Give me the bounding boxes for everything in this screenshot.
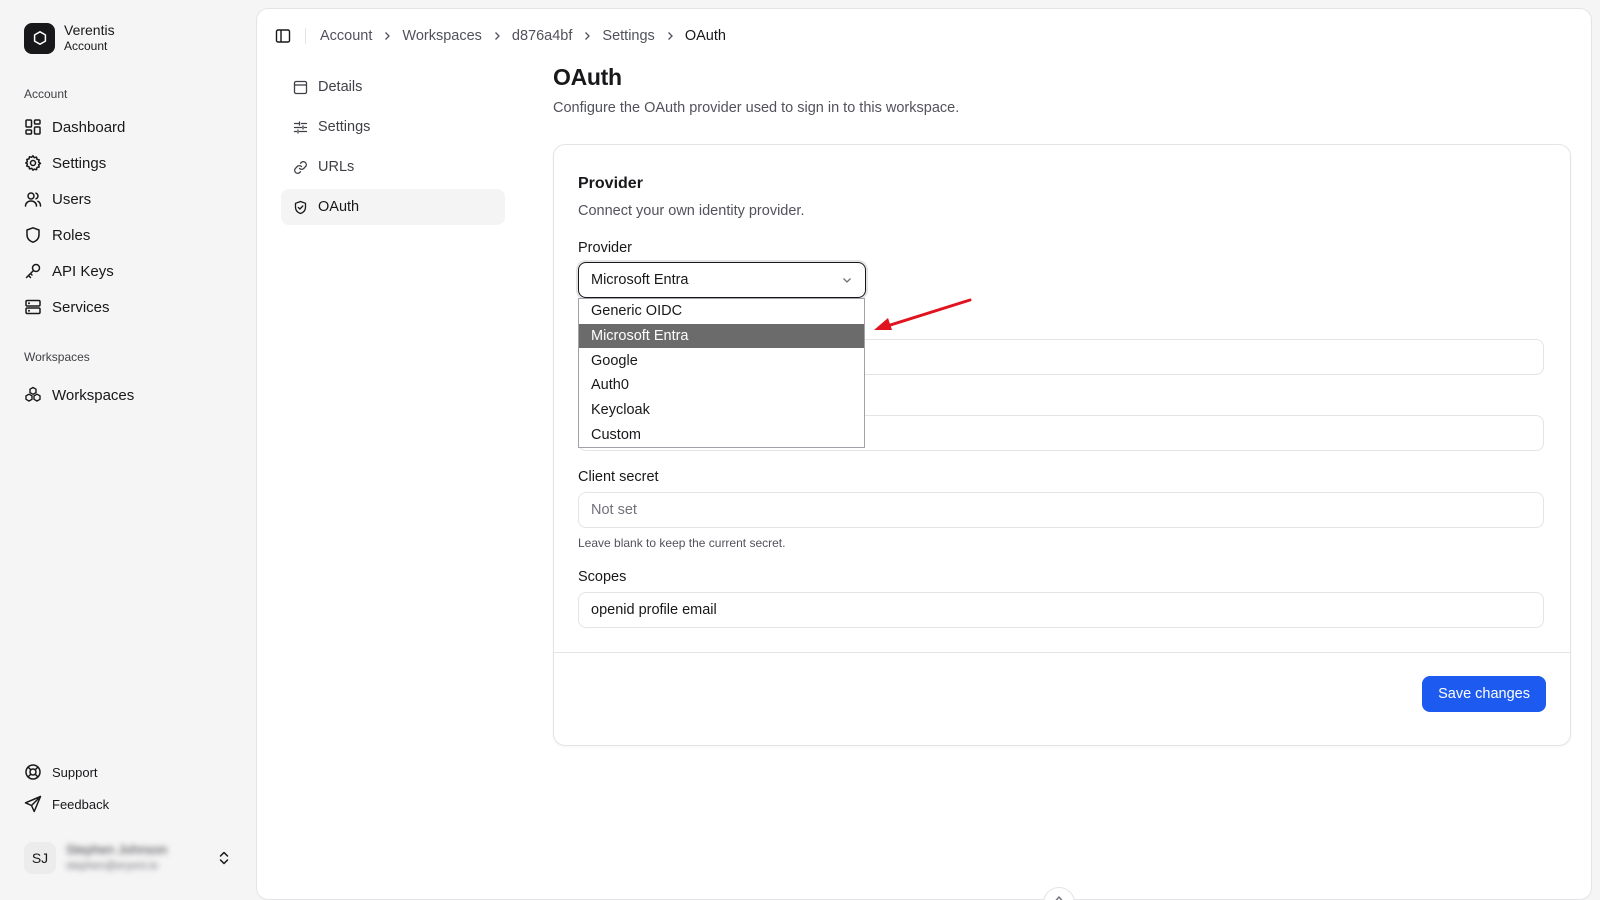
sidebar-item-services[interactable]: Services <box>24 296 110 318</box>
user-menu[interactable]: SJ Stephen Johnson stephen@eryoni.io <box>24 842 232 874</box>
subnav-item-urls[interactable]: URLs <box>281 149 505 185</box>
avatar: SJ <box>24 842 56 874</box>
link-icon <box>294 160 307 174</box>
sidebar-item-label: Settings <box>52 154 107 172</box>
save-changes-button[interactable]: Save changes <box>1422 676 1546 712</box>
sidebar-item-label: API Keys <box>52 262 114 280</box>
chevron-right-icon <box>385 32 391 40</box>
provider-label: Provider <box>578 240 632 256</box>
workspaces-group-label: Workspaces <box>24 350 90 364</box>
brand-subtitle: Account <box>64 39 108 53</box>
sidebar-item-label: Dashboard <box>52 118 126 136</box>
sidebar-item-api-keys[interactable]: API Keys <box>24 260 114 282</box>
page-description: Configure the OAuth provider used to sig… <box>553 100 960 116</box>
feedback-label: Feedback <box>52 796 110 812</box>
sliders-icon <box>293 120 308 134</box>
sidebar-item-workspaces[interactable]: Workspaces <box>24 384 134 406</box>
account-group-label: Account <box>24 87 68 101</box>
annotation-arrow-icon <box>874 298 972 330</box>
gear-icon <box>25 155 42 171</box>
provider-option-microsoft-entra[interactable]: Microsoft Entra <box>579 323 864 349</box>
subnav-item-label: Settings <box>318 119 371 135</box>
page-header: OAuth Configure the OAuth provider used … <box>553 64 959 116</box>
users-icon <box>24 192 42 207</box>
sidebar-toggle-icon[interactable] <box>275 28 291 44</box>
sidebar-item-users[interactable]: Users <box>24 188 91 210</box>
card-description: Connect your own identity provider. <box>578 203 805 219</box>
chevron-right-icon <box>494 32 500 40</box>
details-icon <box>293 80 308 94</box>
subnav-item-details[interactable]: Details <box>281 69 505 105</box>
provider-option-custom[interactable]: Custom <box>579 422 864 447</box>
provider-card: Provider Connect your own identity provi… <box>553 144 1571 746</box>
client-secret-hint: Leave blank to keep the current secret. <box>578 536 786 550</box>
breadcrumb-current: OAuth <box>684 28 726 44</box>
settings-subnav: Details Settings URLs OAuth <box>281 69 505 229</box>
topbar-divider <box>305 28 306 44</box>
topbar: Account Workspaces d876a4bf Settings OAu… <box>275 26 726 46</box>
scopes-label: Scopes <box>578 569 627 585</box>
chevron-right-icon <box>667 32 673 40</box>
support-link[interactable]: Support <box>24 763 98 781</box>
user-email: stephen@eryoni.io <box>66 860 158 872</box>
main-panel: Account Workspaces d876a4bf Settings OAu… <box>256 8 1592 900</box>
shield-icon <box>26 227 40 243</box>
sidebar-item-label: Users <box>52 190 92 208</box>
bottom-handle[interactable] <box>1043 887 1075 900</box>
provider-select-value: Microsoft Entra <box>591 272 689 288</box>
user-name: Stephen Johnson <box>66 842 168 857</box>
page-title: OAuth <box>553 64 622 90</box>
client-secret-input[interactable] <box>578 492 1544 528</box>
sidebar-item-settings[interactable]: Settings <box>24 152 106 174</box>
subnav-item-oauth[interactable]: OAuth <box>281 189 505 225</box>
sidebar-item-label: Services <box>52 298 110 316</box>
chevron-up-icon <box>1055 896 1063 900</box>
provider-option-generic-oidc[interactable]: Generic OIDC <box>579 299 864 324</box>
subnav-item-label: OAuth <box>318 199 360 215</box>
hexagon-logo-icon <box>24 22 55 54</box>
card-title: Provider <box>578 175 643 192</box>
client-secret-label: Client secret <box>578 469 659 485</box>
chevron-right-icon <box>585 32 591 40</box>
card-divider <box>554 652 1570 653</box>
provider-option-auth0[interactable]: Auth0 <box>579 373 864 398</box>
brand-name: Verentis <box>64 22 115 38</box>
provider-option-keycloak[interactable]: Keycloak <box>579 398 864 423</box>
scopes-input[interactable] <box>578 592 1544 628</box>
breadcrumb-workspace-id[interactable]: d876a4bf <box>512 28 572 44</box>
breadcrumb-workspaces[interactable]: Workspaces <box>402 28 482 44</box>
subnav-item-label: Details <box>318 79 363 95</box>
send-icon <box>24 795 42 813</box>
sidebar-item-roles[interactable]: Roles <box>24 224 90 246</box>
server-icon <box>25 299 41 315</box>
app-sidebar: Verentis Account Account Dashboard Setti… <box>0 0 255 900</box>
shield-check-icon <box>294 200 307 214</box>
provider-select[interactable]: Microsoft Entra <box>578 262 866 298</box>
workspaces-icon <box>25 386 41 402</box>
provider-option-google[interactable]: Google <box>579 348 864 373</box>
sidebar-item-label: Workspaces <box>52 386 135 404</box>
key-icon <box>25 263 41 279</box>
subnav-item-label: URLs <box>318 159 355 175</box>
chevrons-up-down-icon <box>219 851 229 865</box>
sidebar-item-label: Roles <box>52 226 91 244</box>
breadcrumb-settings[interactable]: Settings <box>602 28 654 44</box>
brand[interactable]: Verentis Account <box>24 22 115 54</box>
support-label: Support <box>52 764 98 780</box>
breadcrumb-account[interactable]: Account <box>320 28 372 44</box>
chevron-down-icon <box>843 278 851 283</box>
sidebar-item-dashboard[interactable]: Dashboard <box>24 116 125 138</box>
breadcrumb: Account Workspaces d876a4bf Settings OAu… <box>320 28 726 44</box>
subnav-item-settings[interactable]: Settings <box>281 109 505 145</box>
feedback-link[interactable]: Feedback <box>24 795 109 813</box>
lifebuoy-icon <box>25 764 41 780</box>
provider-dropdown-list: Generic OIDC Microsoft Entra Google Auth… <box>578 298 865 449</box>
dashboard-icon <box>25 119 41 135</box>
